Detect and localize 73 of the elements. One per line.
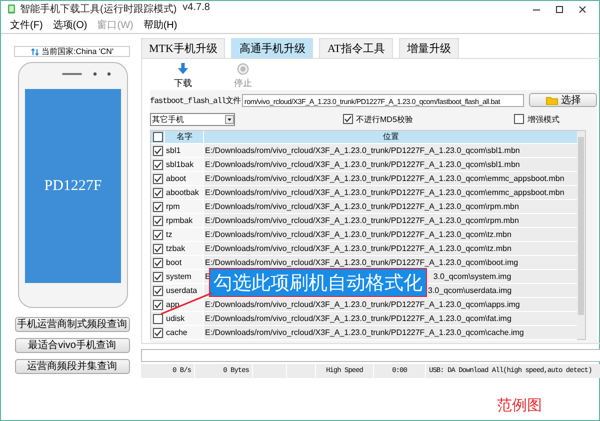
name-cell: boot bbox=[164, 256, 203, 269]
maximize-icon[interactable] bbox=[555, 4, 564, 14]
path-text: E:/Downloads/rom/vivo_rcloud/X3F_A_1.23.0_trunk/PD1227F_A_1.23.0_qcom\rpm.mbn bbox=[205, 201, 519, 213]
name-cell: tz bbox=[164, 228, 203, 241]
tab[interactable]: MTK手机升级 bbox=[141, 38, 226, 58]
name-cell: cache bbox=[164, 326, 203, 339]
row-checkbox[interactable] bbox=[152, 174, 162, 184]
name-cell: sbl1 bbox=[164, 144, 203, 157]
close-icon[interactable] bbox=[578, 4, 587, 14]
row-checkbox[interactable] bbox=[152, 300, 162, 310]
path-text: E:/Downloads/rom/vivo_rcloud/X3F_A_1.23.0_trunk/PD1227F_A_1.23.0_qcom\cache.img bbox=[205, 327, 524, 339]
name-cell: rpmbak bbox=[164, 214, 203, 227]
checkbox[interactable] bbox=[343, 114, 353, 124]
row-checkbox[interactable] bbox=[152, 258, 162, 268]
phone-type-dropdown[interactable]: 其它手机 bbox=[150, 112, 235, 126]
tab[interactable]: 增量升级 bbox=[398, 38, 459, 58]
option-label: 不进行MD5校验 bbox=[356, 114, 413, 124]
path-text: E:/Downloads/rom/vivo_rcloud/X3F_A_1.23.0_trunk/PD1227F_A_1.23.0_qcom\emmc_appsboot.mbn bbox=[205, 187, 564, 199]
name-cell: sbl1bak bbox=[164, 158, 203, 171]
query-button[interactable]: 手机运营商制式频段查询 bbox=[14, 317, 130, 332]
row-checkbox[interactable] bbox=[152, 286, 162, 296]
row-checkbox[interactable] bbox=[152, 188, 162, 198]
path-text: E:/Downloads/rom/vivo_rcloud/X3F_A_1.23.0_trunk/PD1227F_A_1.23.0_qcom\rpm.mbn bbox=[205, 215, 519, 227]
menu-item[interactable]: 帮助(H) bbox=[138, 18, 182, 32]
stop-icon bbox=[236, 63, 250, 75]
path-text: E:/Downloads/rom/vivo_rcloud/X3F_A_1.23.0_trunk/PD1227F_A_1.23.0_qcom\apps.img bbox=[205, 299, 520, 311]
path-text: E:/Downloads/rom/vivo_rcloud/X3F_A_1.23.0_trunk/PD1227F_A_1.23.0_qcom\tz.mbn bbox=[205, 243, 512, 255]
menu-item[interactable]: 文件(F) bbox=[5, 18, 48, 32]
row-checkbox[interactable] bbox=[152, 244, 162, 254]
row-checkbox[interactable] bbox=[152, 216, 162, 226]
download-icon bbox=[176, 63, 190, 75]
path-text: E:/Downloads/rom/vivo_rcloud/X3F_A_1.23.0_trunk/PD1227F_A_1.23.0_qcom\boot.img bbox=[205, 257, 518, 269]
checkbox[interactable] bbox=[514, 114, 524, 124]
path-text: E:/Downloads/rom/vivo_rcloud/X3F_A_1.23.0_trunk/PD1227F_A_1.23.0_qcom\fat.img bbox=[205, 313, 512, 325]
path-text: E:/Downloads/rom/vivo_rcloud/X3F_A_1.23.0_trunk/PD1227F_A_1.23.0_qcom\sbl1.mbn bbox=[205, 145, 520, 157]
tab[interactable]: AT指令工具 bbox=[319, 38, 393, 58]
path-text: 3.0_qcom\userdata.img bbox=[428, 286, 512, 295]
window-title: 智能手机下载工具(运行时跟踪模式) bbox=[20, 2, 177, 16]
choose-button[interactable]: 选择 bbox=[529, 93, 598, 107]
caption-text: 范例图 bbox=[497, 396, 542, 415]
scrollbar[interactable] bbox=[577, 131, 585, 339]
menu-item[interactable]: 选项(O) bbox=[48, 18, 92, 32]
option-label: 增强模式 bbox=[527, 114, 560, 124]
path-text: E:/Downloads/rom/vivo_rcloud/X3F_A_1.23.0_trunk/PD1227F_A_1.23.0_qcom\emmc_appsboot.mbn bbox=[205, 173, 564, 185]
row-checkbox[interactable] bbox=[152, 328, 162, 338]
row-checkbox[interactable] bbox=[152, 160, 162, 170]
name-cell: tzbak bbox=[164, 242, 203, 255]
phone-model-label: PD1227F bbox=[43, 178, 103, 195]
query-button[interactable]: 运营商频段并集查询 bbox=[14, 359, 130, 374]
path-text: E:/Downloads/rom/vivo_rcloud/X3F_A_1.23.0_trunk/PD1227F_A_1.23.0_qcom\tz.mbn bbox=[205, 229, 512, 241]
folder-icon bbox=[546, 96, 558, 104]
select-all-checkbox[interactable] bbox=[152, 132, 162, 142]
name-cell: abootbak bbox=[164, 186, 203, 199]
row-checkbox[interactable] bbox=[152, 202, 162, 212]
country-label: 当前国家:China 'CN' bbox=[14, 46, 130, 57]
query-button[interactable]: 最适合vivo手机查询 bbox=[14, 338, 130, 353]
name-cell: rpm bbox=[164, 200, 203, 213]
name-cell: userdata bbox=[164, 284, 203, 297]
row-checkbox[interactable] bbox=[152, 314, 162, 324]
file-label: fastboot_flash_all文件 bbox=[150, 95, 240, 106]
name-cell: udisk bbox=[164, 312, 203, 325]
name-cell: system bbox=[164, 270, 203, 283]
tab[interactable]: 高通手机升级 bbox=[231, 38, 314, 58]
download-button[interactable]: 下载 bbox=[174, 63, 192, 90]
row-checkbox[interactable] bbox=[152, 146, 162, 156]
version-label: v4.7.8 bbox=[182, 2, 210, 15]
row-checkbox[interactable] bbox=[152, 272, 162, 282]
callout-box: 勾选此项刷机自动格式化 bbox=[209, 268, 427, 297]
name-cell: aboot bbox=[164, 172, 203, 185]
row-checkbox[interactable] bbox=[152, 230, 162, 240]
path-text: E:/Downloads/rom/vivo_rcloud/X3F_A_1.23.0_trunk/PD1227F_A_1.23.0_qcom\sbl1.mbn bbox=[205, 159, 520, 171]
app-icon bbox=[7, 4, 16, 14]
path-text: 3.0_qcom\system.img bbox=[433, 272, 512, 281]
